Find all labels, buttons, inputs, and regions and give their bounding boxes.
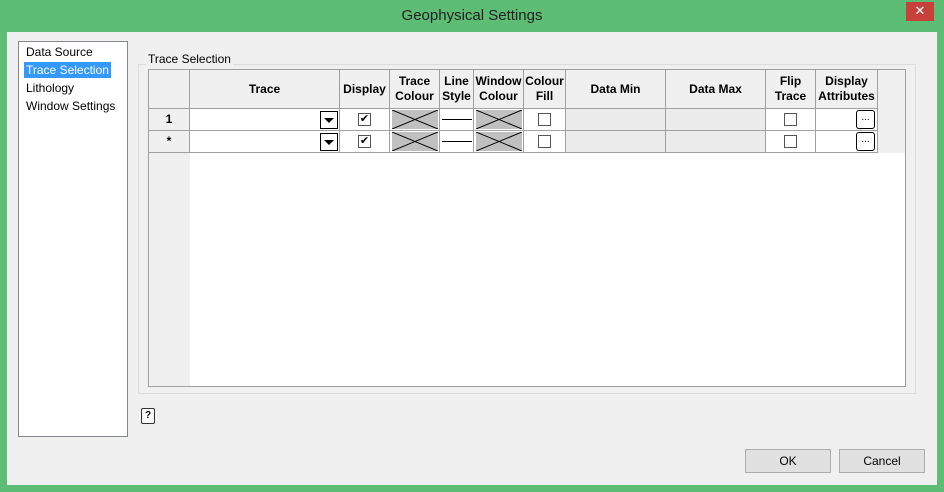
data-max-cell[interactable] — [666, 131, 766, 153]
display-attributes-cell: ... — [816, 131, 878, 153]
column-header[interactable]: Trace Colour — [390, 70, 440, 109]
colour-swatch-icon — [391, 109, 438, 130]
line-style-cell[interactable] — [440, 131, 474, 153]
display-attributes-button[interactable]: ... — [856, 132, 875, 151]
grid-corner — [149, 70, 190, 109]
column-header[interactable]: Display Attributes — [816, 70, 878, 109]
display-attributes-cell: ... — [816, 109, 878, 131]
trace-select[interactable] — [190, 109, 340, 131]
colour-swatch-icon — [391, 131, 438, 152]
display-attributes-button[interactable]: ... — [856, 110, 875, 129]
column-header[interactable]: Trace — [190, 70, 340, 109]
settings-nav-list: Data Source Trace Selection Lithology Wi… — [18, 41, 128, 437]
dropdown-arrow-icon[interactable] — [320, 111, 338, 129]
colour-fill-checkbox[interactable] — [538, 135, 551, 148]
display-cell: ✔ — [340, 109, 390, 131]
colour-swatch-icon — [475, 109, 522, 130]
data-min-cell[interactable] — [566, 131, 666, 153]
column-header[interactable]: Colour Fill — [524, 70, 566, 109]
column-header[interactable]: Flip Trace — [766, 70, 816, 109]
flip-trace-checkbox[interactable] — [784, 135, 797, 148]
colour-fill-checkbox[interactable] — [538, 113, 551, 126]
display-checkbox[interactable]: ✔ — [358, 113, 371, 126]
nav-item-data-source[interactable]: Data Source — [24, 44, 95, 60]
data-min-cell[interactable] — [566, 109, 666, 131]
display-cell: ✔ — [340, 131, 390, 153]
cancel-button[interactable]: Cancel — [839, 449, 925, 473]
line-style-icon — [441, 119, 472, 120]
close-button[interactable]: ✕ — [906, 2, 934, 21]
nav-item-trace-selection[interactable]: Trace Selection — [24, 62, 111, 78]
nav-item-lithology[interactable]: Lithology — [24, 80, 76, 96]
ok-button[interactable]: OK — [745, 449, 831, 473]
column-header[interactable]: Data Min — [566, 70, 666, 109]
column-header[interactable]: Data Max — [666, 70, 766, 109]
display-checkbox[interactable]: ✔ — [358, 135, 371, 148]
column-header[interactable]: Display — [340, 70, 390, 109]
line-style-cell[interactable] — [440, 109, 474, 131]
trace-colour-cell[interactable] — [390, 109, 440, 131]
line-style-icon — [441, 141, 472, 142]
window-colour-cell[interactable] — [474, 109, 524, 131]
column-header[interactable]: Window Colour — [474, 70, 524, 109]
window-colour-cell[interactable] — [474, 131, 524, 153]
colour-fill-cell — [524, 131, 566, 153]
trace-colour-cell[interactable] — [390, 131, 440, 153]
colour-fill-cell — [524, 109, 566, 131]
flip-trace-cell — [766, 109, 816, 131]
group-label: Trace Selection — [146, 52, 233, 66]
nav-item-window-settings[interactable]: Window Settings — [24, 98, 117, 114]
dropdown-arrow-icon[interactable] — [320, 133, 338, 151]
row-header[interactable]: * — [149, 131, 190, 153]
flip-trace-checkbox[interactable] — [784, 113, 797, 126]
flip-trace-cell — [766, 131, 816, 153]
data-max-cell[interactable] — [666, 109, 766, 131]
window-title: Geophysical Settings — [401, 7, 543, 24]
grid-empty-area — [190, 153, 905, 386]
colour-swatch-icon — [475, 131, 522, 152]
column-header[interactable]: Line Style — [440, 70, 474, 109]
row-header[interactable]: 1 — [149, 109, 190, 131]
trace-select[interactable] — [190, 131, 340, 153]
help-icon[interactable]: ? — [141, 408, 155, 424]
